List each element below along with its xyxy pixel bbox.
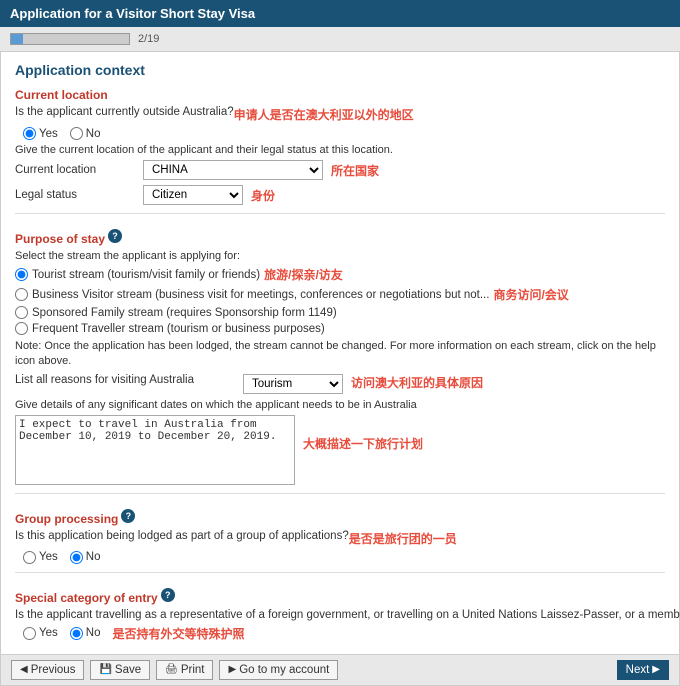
group-title: Group processing	[15, 512, 118, 526]
tourist-stream-row: Tourist stream (tourism/visit family or …	[15, 266, 665, 283]
account-icon: ▶	[228, 664, 236, 675]
business-stream-radio[interactable]	[15, 288, 28, 301]
special-title-row: Special category of entry ?	[15, 581, 665, 609]
special-info-icon[interactable]: ?	[161, 588, 175, 602]
special-no-radio[interactable]	[70, 627, 83, 640]
special-no-label[interactable]: No	[70, 625, 101, 642]
purpose-description: Select the stream the applicant is apply…	[15, 250, 665, 262]
current-location-annotation: 所在国家	[331, 162, 379, 179]
save-button[interactable]: 💾 Save	[90, 660, 150, 680]
list-reasons-row: List all reasons for visiting Australia …	[15, 374, 665, 394]
current-location-label: Current location	[15, 164, 135, 176]
outside-no-label[interactable]: No	[70, 127, 101, 140]
special-yes-label[interactable]: Yes	[23, 625, 58, 642]
outside-australia-radios: Yes No	[23, 127, 665, 140]
print-icon: 🖨	[165, 664, 178, 675]
legal-status-select[interactable]: Citizen	[143, 185, 243, 205]
special-annotation: 是否持有外交等特殊护照	[112, 625, 244, 642]
group-question: Is this application being lodged as part…	[15, 530, 349, 542]
outside-australia-question: Is the applicant currently outside Austr…	[15, 106, 234, 118]
stream-note: Note: Once the application has been lodg…	[15, 339, 665, 370]
business-stream-row: Business Visitor stream (business visit …	[15, 286, 665, 303]
special-title: Special category of entry	[15, 591, 158, 605]
title-text: Application for a Visitor Short Stay Vis…	[10, 6, 255, 21]
group-question-row: Is this application being lodged as part…	[15, 530, 665, 547]
purpose-info-icon[interactable]: ?	[108, 229, 122, 243]
special-radios: Yes No 是否持有外交等特殊护照	[23, 625, 665, 642]
outside-australia-annotation: 申请人是否在澳大利亚以外的地区	[234, 106, 414, 123]
group-title-row: Group processing ?	[15, 502, 665, 530]
group-annotation: 是否是旅行团的一员	[349, 530, 457, 547]
special-question: Is the applicant travelling as a represe…	[15, 609, 680, 621]
special-question-row: Is the applicant travelling as a represe…	[15, 609, 665, 621]
legal-status-label: Legal status	[15, 189, 135, 201]
sponsored-stream-text: Sponsored Family stream (requires Sponso…	[32, 307, 337, 319]
next-icon: ▶	[652, 664, 660, 675]
stream-options: Tourist stream (tourism/visit family or …	[15, 266, 665, 335]
progress-bar-outer	[10, 33, 130, 45]
textarea-annotation: 大概描述一下旅行计划	[303, 435, 423, 452]
sponsored-stream-radio[interactable]	[15, 306, 28, 319]
print-button[interactable]: 🖨 Print	[156, 660, 213, 680]
list-reasons-label: List all reasons for visiting Australia	[15, 374, 235, 386]
previous-icon: ◀	[20, 664, 28, 675]
current-location-field-row: Current location CHINA 所在国家	[15, 160, 665, 180]
list-reasons-select[interactable]: Tourism	[243, 374, 343, 394]
tourist-annotation: 旅游/探亲/访友	[264, 266, 343, 283]
special-yes-radio[interactable]	[23, 627, 36, 640]
outside-yes-label[interactable]: Yes	[23, 127, 58, 140]
legal-status-field-row: Legal status Citizen 身份	[15, 185, 665, 205]
list-reasons-annotation: 访问澳大利亚的具体原因	[351, 374, 483, 391]
current-location-title: Current location	[15, 88, 665, 102]
outside-australia-row: Is the applicant currently outside Austr…	[15, 106, 665, 123]
main-content: Application context Current location Is …	[0, 51, 680, 655]
go-to-my-account-button[interactable]: ▶ Go to my account	[219, 660, 338, 680]
tourist-stream-text: Tourist stream (tourism/visit family or …	[32, 269, 260, 281]
purpose-title-row: Purpose of stay ?	[15, 222, 665, 250]
give-details-label: Give details of any significant dates on…	[15, 399, 665, 411]
outside-no-radio[interactable]	[70, 127, 83, 140]
outside-yes-radio[interactable]	[23, 127, 36, 140]
next-button[interactable]: Next ▶	[617, 660, 669, 680]
purpose-title: Purpose of stay	[15, 232, 105, 246]
sponsored-stream-row: Sponsored Family stream (requires Sponso…	[15, 306, 665, 319]
legal-status-annotation: 身份	[251, 187, 275, 204]
business-annotation: 商务访问/会议	[493, 286, 568, 303]
textarea-row: I expect to travel in Australia from Dec…	[15, 415, 665, 485]
progress-bar-inner	[11, 34, 23, 44]
title-bar: Application for a Visitor Short Stay Vis…	[0, 0, 680, 27]
group-info-icon[interactable]: ?	[121, 509, 135, 523]
progress-area: 2/19	[0, 27, 680, 51]
section-title: Application context	[15, 62, 665, 78]
previous-button[interactable]: ◀ Previous	[11, 660, 84, 680]
page-counter: 2/19	[138, 33, 159, 45]
tourist-stream-radio[interactable]	[15, 268, 28, 281]
business-stream-text: Business Visitor stream (business visit …	[32, 289, 489, 301]
location-description: Give the current location of the applica…	[15, 144, 665, 156]
travel-details-textarea[interactable]: I expect to travel in Australia from Dec…	[15, 415, 295, 485]
save-icon: 💾	[99, 664, 111, 675]
frequent-stream-radio[interactable]	[15, 322, 28, 335]
current-location-select[interactable]: CHINA	[143, 160, 323, 180]
bottom-bar: ◀ Previous 💾 Save 🖨 Print ▶ Go to my acc…	[0, 655, 680, 686]
frequent-stream-row: Frequent Traveller stream (tourism or bu…	[15, 322, 665, 335]
frequent-stream-text: Frequent Traveller stream (tourism or bu…	[32, 323, 325, 335]
